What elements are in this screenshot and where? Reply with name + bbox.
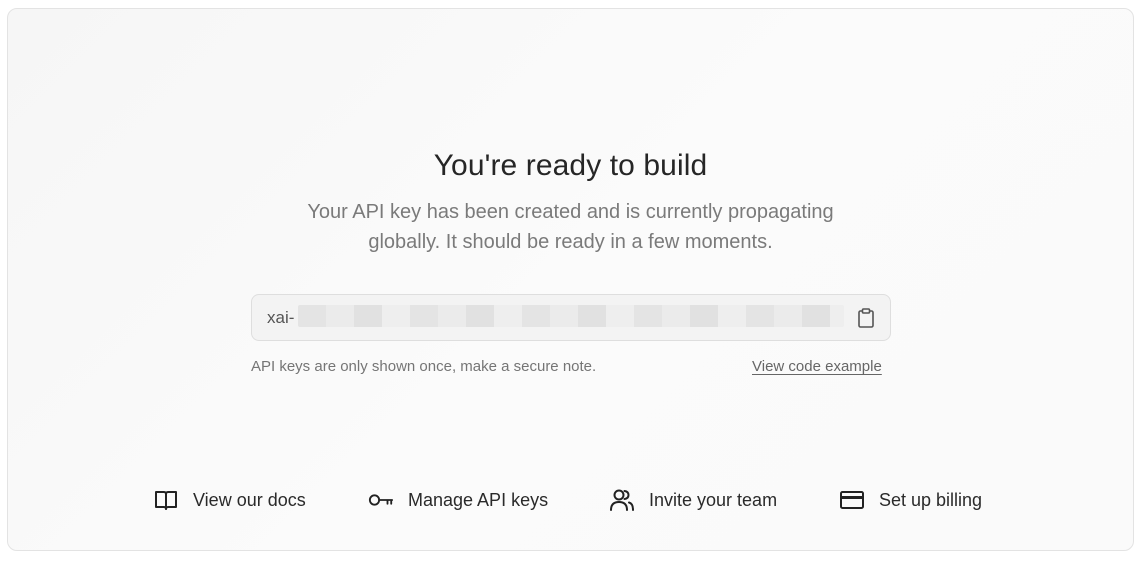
- subtitle-line-1: Your API key has been created and is cur…: [307, 201, 834, 223]
- manage-api-keys-label: Manage API keys: [408, 489, 549, 510]
- api-key-redacted-value: [298, 305, 844, 327]
- api-key-field[interactable]: xai-: [251, 294, 891, 341]
- users-icon: [609, 487, 635, 513]
- api-key-prefix: xai-: [267, 308, 295, 327]
- key-icon: [368, 487, 394, 513]
- onboarding-card: You're ready to build Your API key has b…: [7, 8, 1134, 551]
- view-docs-button[interactable]: View our docs: [153, 485, 306, 515]
- book-icon: [153, 487, 179, 513]
- view-docs-label: View our docs: [193, 489, 306, 510]
- invite-team-label: Invite your team: [649, 489, 778, 510]
- set-up-billing-button[interactable]: Set up billing: [839, 485, 982, 515]
- credit-card-icon: [839, 487, 865, 513]
- manage-api-keys-button[interactable]: Manage API keys: [368, 485, 548, 515]
- set-up-billing-label: Set up billing: [879, 489, 983, 510]
- subtitle-line-2: globally. It should be ready in a few mo…: [368, 231, 773, 253]
- view-code-example-link[interactable]: View code example: [752, 358, 882, 375]
- api-key-note: API keys are only shown once, make a sec…: [251, 358, 597, 375]
- page-title: You're ready to build: [433, 149, 708, 182]
- invite-team-button[interactable]: Invite your team: [609, 485, 777, 515]
- clipboard-icon: [858, 308, 874, 328]
- page-subtitle: Your API key has been created and is cur…: [278, 197, 863, 257]
- copy-button[interactable]: [856, 307, 876, 329]
